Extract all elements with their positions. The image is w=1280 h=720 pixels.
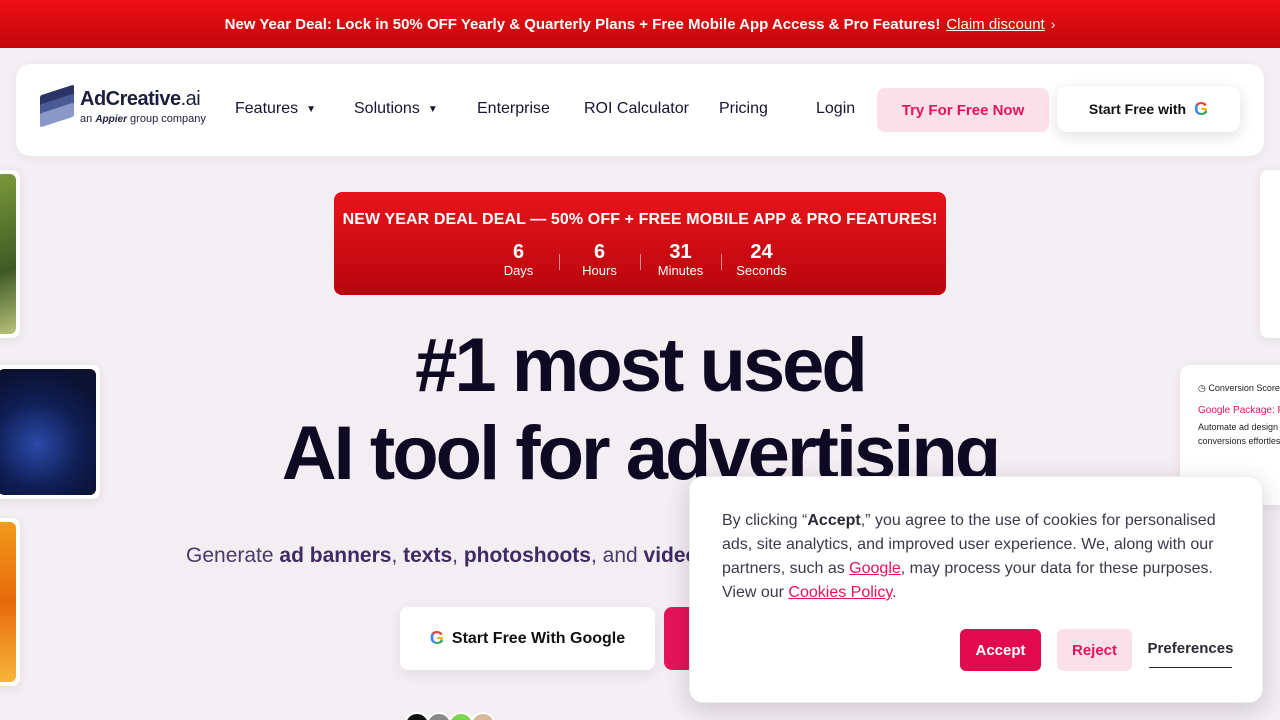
nav-solutions[interactable]: Solutions ▼: [354, 100, 438, 118]
logo-name: AdCreative.ai: [80, 88, 201, 110]
cookies-policy-link[interactable]: Cookies Policy: [788, 584, 892, 601]
countdown-days: 6 Days: [503, 241, 534, 278]
google-icon: G: [1194, 98, 1209, 119]
hero-title: #1 most used AI tool for advertising: [281, 323, 1001, 496]
countdown-hours: 6 Hours: [559, 240, 640, 278]
logo-icon: [40, 84, 74, 128]
promo-banner: New Year Deal: Lock in 50% OFF Yearly & …: [0, 0, 1280, 48]
preferences-button[interactable]: Preferences: [1148, 629, 1233, 668]
hero-subtitle: Generate ad banners, texts, photoshoots,…: [186, 544, 711, 567]
start-free-google-button[interactable]: Start Free with G: [1057, 86, 1240, 132]
chevron-right-icon[interactable]: ›: [1051, 16, 1056, 32]
claim-discount-link[interactable]: Claim discount: [946, 16, 1044, 33]
google-icon: G: [429, 628, 444, 648]
nav-login[interactable]: Login: [816, 100, 855, 118]
nav-enterprise[interactable]: Enterprise: [477, 100, 550, 118]
reject-button[interactable]: Reject: [1057, 629, 1132, 671]
cookie-consent-dialog: By clicking “Accept,” you agree to the u…: [689, 476, 1263, 703]
chevron-down-icon: ▼: [306, 103, 317, 115]
countdown-title: NEW YEAR DEAL DEAL — 50% OFF + FREE MOBI…: [342, 211, 938, 228]
logo-subtitle: an Appier group company: [80, 113, 206, 125]
avatar: [470, 712, 496, 720]
site-header: AdCreative.ai an Appier group company Fe…: [16, 64, 1264, 156]
hero-google-button[interactable]: G Start Free With Google: [400, 607, 655, 670]
chevron-down-icon: ▼: [427, 103, 438, 115]
accept-button[interactable]: Accept: [960, 629, 1041, 671]
promo-text: New Year Deal: Lock in 50% OFF Yearly & …: [224, 15, 941, 33]
cookie-message: By clicking “Accept,” you agree to the u…: [722, 512, 1216, 601]
try-for-free-button[interactable]: Try For Free Now: [877, 88, 1049, 132]
nav-pricing[interactable]: Pricing: [719, 100, 768, 118]
google-link[interactable]: Google: [849, 560, 901, 577]
logo[interactable]: AdCreative.ai an Appier group company: [40, 84, 206, 128]
nav-roi-calculator[interactable]: ROI Calculator: [584, 100, 689, 118]
side-ad-card: [1260, 170, 1280, 338]
user-avatars: [404, 712, 496, 720]
nav-features[interactable]: Features ▼: [235, 100, 316, 118]
countdown-minutes: 31 Minutes: [640, 240, 721, 278]
side-ad-card: [0, 170, 20, 338]
side-ad-card: [0, 518, 20, 686]
countdown-seconds: 24 Seconds: [721, 240, 802, 278]
countdown-banner: NEW YEAR DEAL DEAL — 50% OFF + FREE MOBI…: [334, 192, 946, 295]
